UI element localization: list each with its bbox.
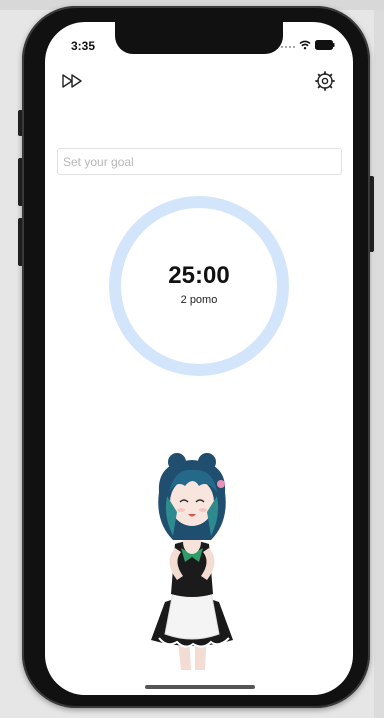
- app-screen: 3:35 Set your goal 25:00 2 pomo: [45, 22, 353, 695]
- status-time: 3:35: [71, 39, 96, 53]
- notch: [115, 22, 283, 54]
- signal-icon: [281, 42, 295, 48]
- goal-input[interactable]: [57, 148, 342, 175]
- home-indicator[interactable]: [145, 685, 255, 689]
- fast-forward-icon[interactable]: [61, 72, 85, 90]
- pomo-count: 2 pomo: [180, 294, 218, 306]
- battery-icon: [315, 40, 335, 50]
- anime-maid-character: [137, 452, 247, 672]
- status-icons: [281, 40, 335, 50]
- wifi-icon: [299, 40, 311, 50]
- timer-time: 25:00: [168, 262, 230, 289]
- gear-icon[interactable]: [315, 71, 335, 91]
- desktop-backdrop-edge: [374, 10, 384, 718]
